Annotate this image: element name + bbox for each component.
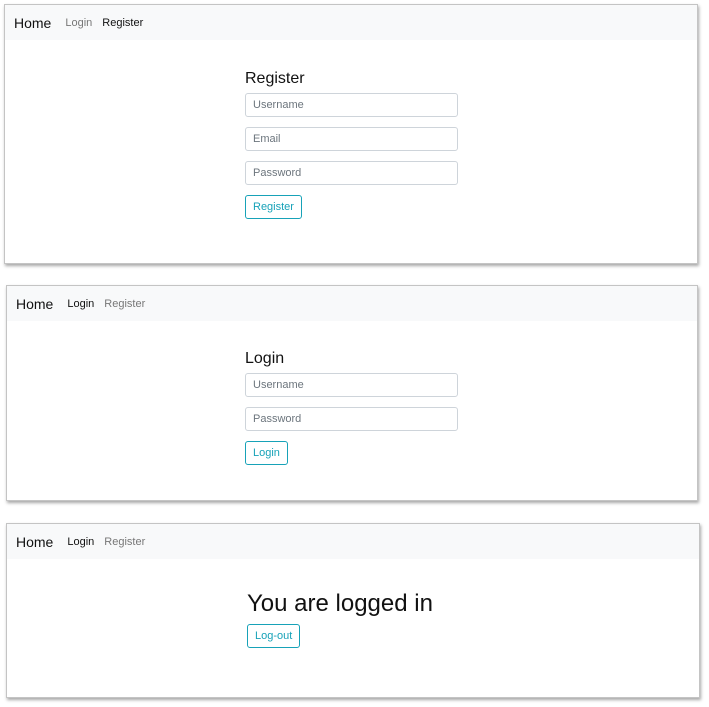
register-form: Register Register	[245, 69, 458, 220]
register-page-panel: Home Login Register Register Register	[4, 4, 698, 264]
nav-link-login[interactable]: Login	[67, 298, 94, 310]
navbar: Home Login Register	[7, 524, 699, 559]
nav-link-login[interactable]: Login	[65, 17, 92, 29]
logged-in-page-panel: Home Login Register You are logged in Lo…	[6, 523, 700, 698]
nav-link-register[interactable]: Register	[102, 17, 143, 29]
nav-link-register[interactable]: Register	[104, 298, 145, 310]
screenshot-collage: Home Login Register Register Register Ho…	[0, 0, 709, 707]
navbar: Home Login Register	[5, 5, 697, 40]
password-input[interactable]	[245, 161, 458, 186]
form-title: Login	[245, 350, 285, 367]
login-form: Login Login	[245, 349, 458, 466]
nav-link-register[interactable]: Register	[104, 536, 145, 548]
logout-button[interactable]: Log-out	[247, 623, 301, 648]
nav-link-login[interactable]: Login	[67, 536, 94, 548]
register-button[interactable]: Register	[245, 195, 302, 220]
username-input[interactable]	[245, 93, 458, 118]
password-input[interactable]	[245, 407, 458, 432]
username-input[interactable]	[245, 373, 458, 398]
nav-brand-home[interactable]: Home	[14, 15, 51, 31]
navbar: Home Login Register	[7, 286, 697, 321]
form-title: Register	[245, 70, 305, 87]
nav-brand-home[interactable]: Home	[16, 534, 53, 550]
login-button[interactable]: Login	[245, 441, 288, 466]
nav-brand-home[interactable]: Home	[16, 296, 53, 312]
login-page-panel: Home Login Register Login Login	[6, 285, 698, 501]
email-input[interactable]	[245, 127, 458, 152]
logged-in-message: You are logged in	[247, 590, 433, 617]
logged-in-section: You are logged in Log-out	[247, 590, 460, 648]
